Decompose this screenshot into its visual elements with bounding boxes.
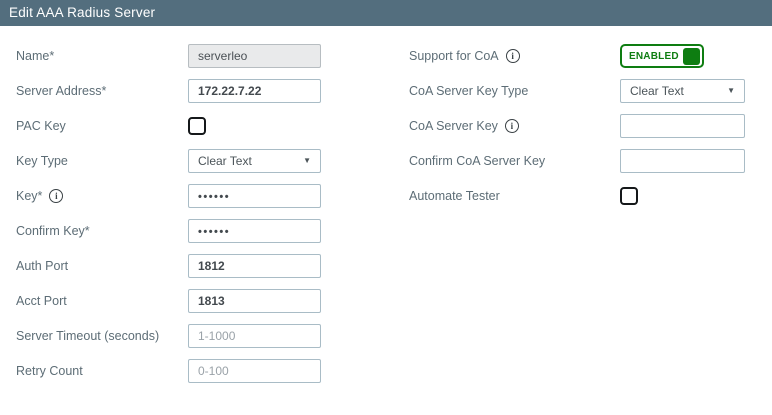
auth-port-label: Auth Port bbox=[16, 259, 69, 273]
coa-server-key-type-select[interactable]: Clear Text ▼ bbox=[620, 79, 745, 103]
form-row-key: Key* i bbox=[16, 184, 321, 219]
name-input[interactable] bbox=[188, 44, 321, 68]
auth-port-input[interactable] bbox=[188, 254, 321, 278]
form-row-retry-count: Retry Count bbox=[16, 359, 321, 394]
key-type-label: Key Type bbox=[16, 154, 68, 168]
form-row-confirm-key: Confirm Key* bbox=[16, 219, 321, 254]
confirm-coa-server-key-label: Confirm CoA Server Key bbox=[409, 154, 546, 168]
server-address-label: Server Address* bbox=[16, 84, 107, 98]
chevron-down-icon: ▼ bbox=[727, 86, 735, 95]
automate-tester-checkbox[interactable] bbox=[620, 187, 638, 205]
key-input[interactable] bbox=[188, 184, 321, 208]
retry-count-label: Retry Count bbox=[16, 364, 83, 378]
form-row-pac-key: PAC Key bbox=[16, 114, 321, 149]
support-for-coa-label: Support for CoA i bbox=[409, 44, 620, 68]
dialog-title: Edit AAA Radius Server bbox=[0, 0, 772, 26]
coa-server-key-input[interactable] bbox=[620, 114, 745, 138]
form-row-support-for-coa: Support for CoA i ENABLED bbox=[409, 44, 745, 79]
automate-tester-label: Automate Tester bbox=[409, 189, 500, 203]
confirm-key-label: Confirm Key* bbox=[16, 224, 90, 238]
form-row-acct-port: Acct Port bbox=[16, 289, 321, 324]
info-icon: i bbox=[505, 49, 520, 63]
form-row-name: Name* bbox=[16, 44, 321, 79]
edit-aaa-radius-server-dialog: Edit AAA Radius Server Name* Server Addr… bbox=[0, 0, 772, 415]
confirm-key-input[interactable] bbox=[188, 219, 321, 243]
server-timeout-input[interactable] bbox=[188, 324, 321, 348]
coa-server-key-label: CoA Server Key i bbox=[409, 114, 620, 138]
pac-key-checkbox[interactable] bbox=[188, 117, 206, 135]
key-label: Key* i bbox=[16, 184, 188, 208]
form-row-server-timeout: Server Timeout (seconds) bbox=[16, 324, 321, 359]
retry-count-input[interactable] bbox=[188, 359, 321, 383]
coa-server-key-type-selected-value: Clear Text bbox=[630, 84, 684, 98]
toggle-knob bbox=[683, 47, 700, 65]
form-row-key-type: Key Type Clear Text ▼ bbox=[16, 149, 321, 184]
coa-server-key-type-label: CoA Server Key Type bbox=[409, 84, 529, 98]
form-row-coa-server-key: CoA Server Key i bbox=[409, 114, 745, 149]
acct-port-label: Acct Port bbox=[16, 294, 67, 308]
key-type-select[interactable]: Clear Text ▼ bbox=[188, 149, 321, 173]
key-type-selected-value: Clear Text bbox=[198, 154, 252, 168]
server-address-input[interactable] bbox=[188, 79, 321, 103]
form-column-right: Support for CoA i ENABLED CoA Server Key… bbox=[409, 44, 745, 219]
form-row-confirm-coa-server-key: Confirm CoA Server Key bbox=[409, 149, 745, 184]
form-row-coa-server-key-type: CoA Server Key Type Clear Text ▼ bbox=[409, 79, 745, 114]
confirm-coa-server-key-input[interactable] bbox=[620, 149, 745, 173]
support-for-coa-toggle[interactable]: ENABLED bbox=[620, 44, 704, 68]
acct-port-input[interactable] bbox=[188, 289, 321, 313]
chevron-down-icon: ▼ bbox=[303, 156, 311, 165]
pac-key-label: PAC Key bbox=[16, 119, 66, 133]
form-row-server-address: Server Address* bbox=[16, 79, 321, 114]
info-icon: i bbox=[504, 119, 519, 133]
server-timeout-label: Server Timeout (seconds) bbox=[16, 329, 160, 343]
name-label: Name* bbox=[16, 49, 55, 63]
toggle-state-label: ENABLED bbox=[629, 50, 679, 62]
form-row-auth-port: Auth Port bbox=[16, 254, 321, 289]
form-column-left: Name* Server Address* PAC Key Key Type C… bbox=[16, 44, 321, 394]
info-icon: i bbox=[49, 189, 64, 203]
form-row-automate-tester: Automate Tester bbox=[409, 184, 745, 219]
